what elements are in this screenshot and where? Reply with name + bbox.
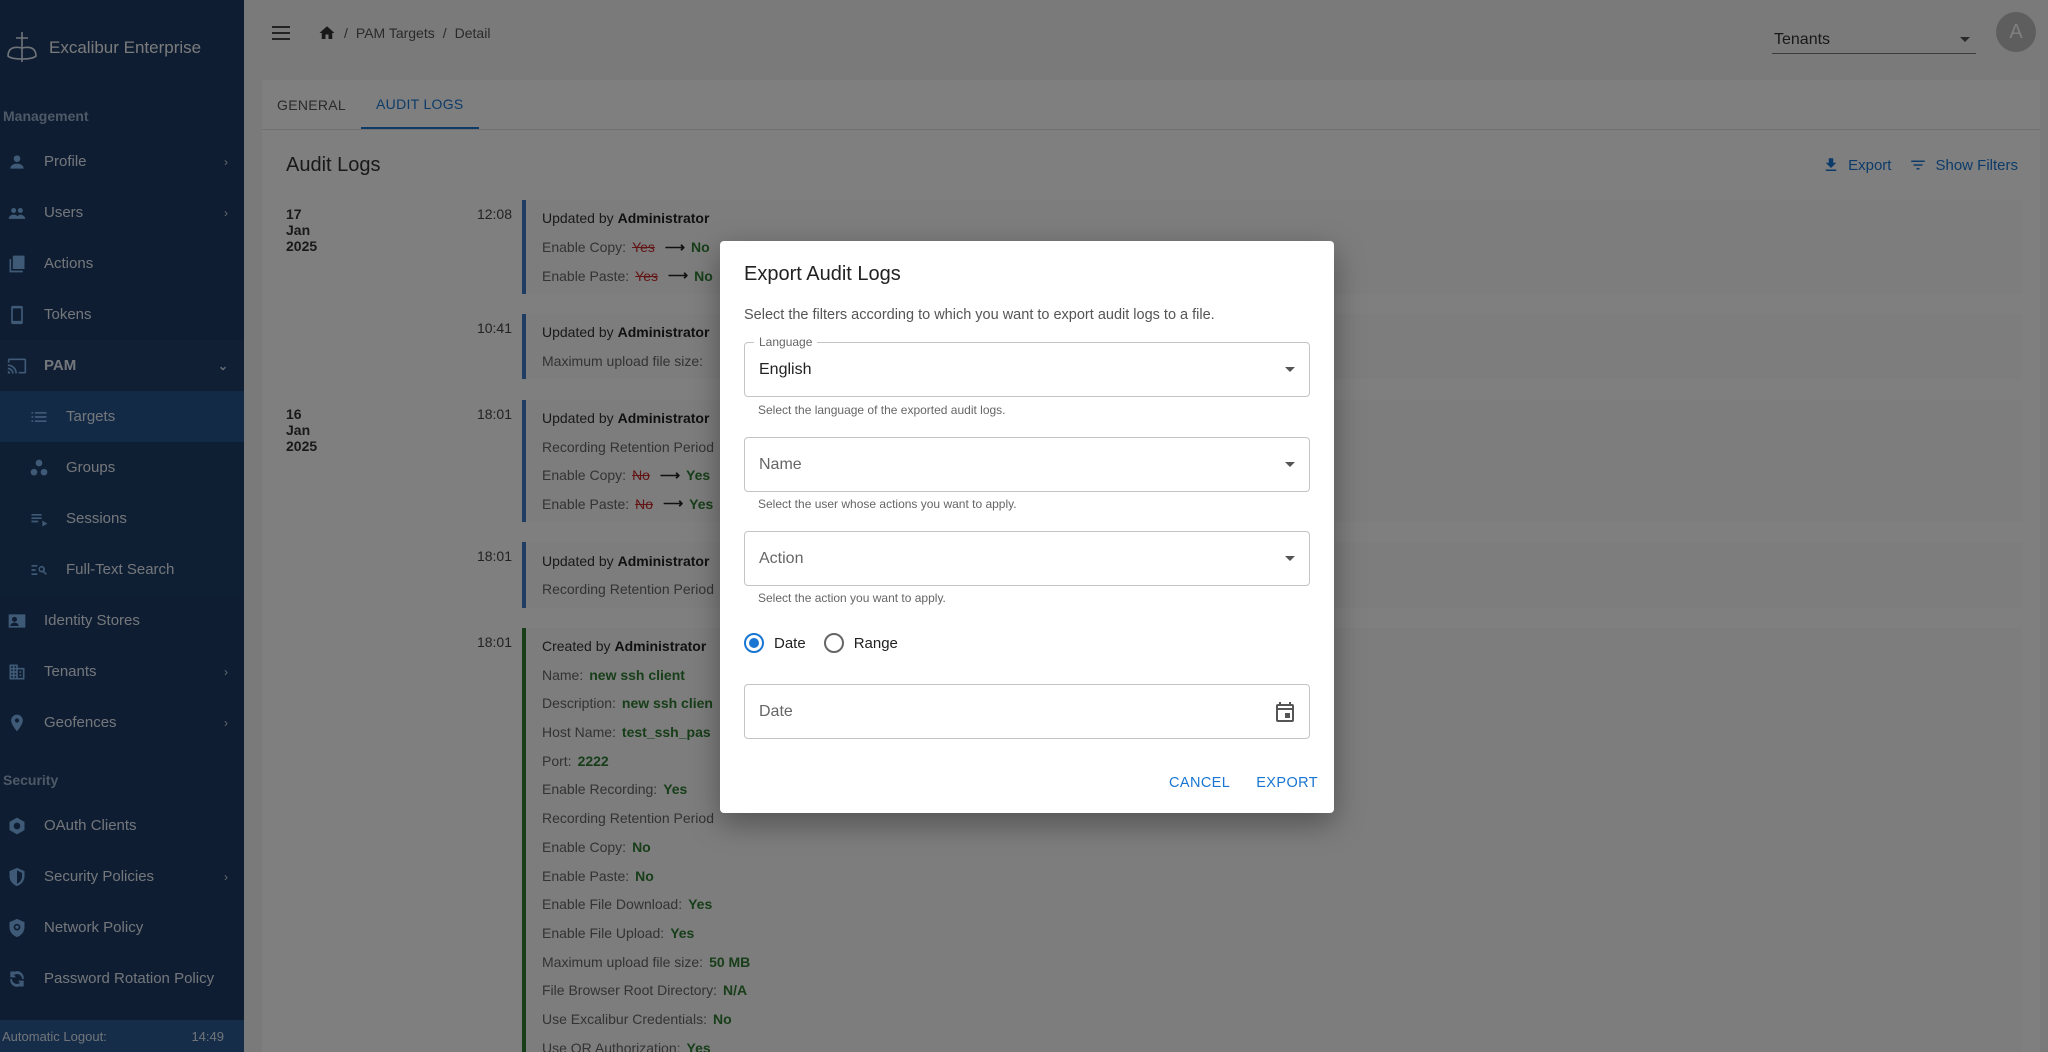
name-select[interactable]: Name <box>744 437 1310 492</box>
chevron-down-icon <box>1285 367 1295 372</box>
name-placeholder: Name <box>759 455 802 473</box>
name-helper: Select the user whose actions you want t… <box>758 497 1017 511</box>
language-value: English <box>759 360 812 378</box>
date-radio[interactable] <box>744 633 764 653</box>
language-select[interactable]: Language English <box>744 335 1310 397</box>
calendar-icon[interactable] <box>1273 700 1297 724</box>
date-mode-radio-group: Date Range <box>744 633 916 653</box>
export-audit-logs-dialog: Export Audit Logs Select the filters acc… <box>720 241 1334 813</box>
date-input[interactable]: Date <box>744 684 1310 739</box>
date-placeholder: Date <box>759 702 793 720</box>
date-radio-label[interactable]: Date <box>774 635 806 652</box>
language-label: Language <box>754 335 818 349</box>
action-helper: Select the action you want to apply. <box>758 591 946 605</box>
dialog-description: Select the filters according to which yo… <box>744 307 1215 323</box>
export-confirm-button[interactable]: EXPORT <box>1256 775 1318 791</box>
range-radio[interactable] <box>823 633 844 653</box>
dialog-actions: CANCEL EXPORT <box>1169 775 1318 791</box>
cancel-button[interactable]: CANCEL <box>1169 775 1230 791</box>
range-radio-label[interactable]: Range <box>854 635 898 652</box>
action-placeholder: Action <box>759 549 804 567</box>
dialog-title: Export Audit Logs <box>744 263 901 285</box>
chevron-down-icon <box>1285 556 1295 561</box>
language-helper: Select the language of the exported audi… <box>758 403 1006 417</box>
action-select[interactable]: Action <box>744 531 1310 586</box>
chevron-down-icon <box>1285 462 1295 467</box>
